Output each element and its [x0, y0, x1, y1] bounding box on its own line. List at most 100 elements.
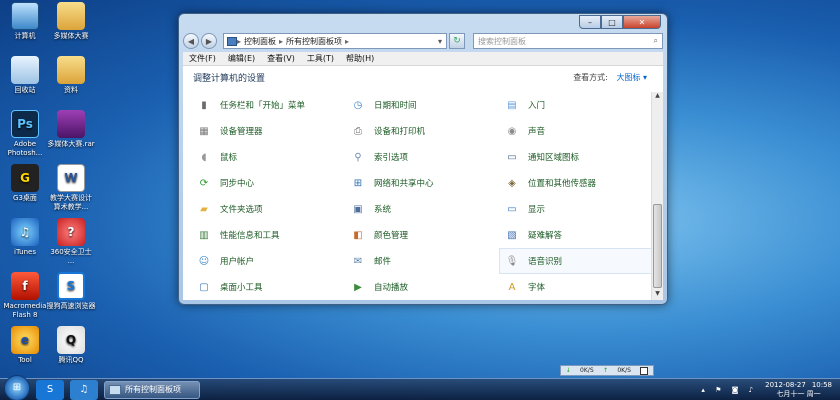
menu-view[interactable]: 查看(V): [261, 53, 301, 64]
desktop-icon[interactable]: 多媒体大赛: [46, 2, 96, 41]
meter-window-icon[interactable]: [640, 366, 649, 375]
control-panel-window: – □ ✕ ◀ ▶ ▸ 控制面板 ▸ 所有控制面板项 ▸ ▾ ↻ 搜索控制面板 …: [178, 13, 668, 305]
desktop-icon[interactable]: 多媒体大赛.rar: [46, 110, 96, 149]
desktop-icon[interactable]: W 教学大赛设计 算术教学...: [46, 164, 96, 212]
view-by-dropdown[interactable]: 大图标 ▾: [616, 73, 647, 82]
desktop-icon[interactable]: Ps Adobe Photosh...: [0, 110, 50, 158]
control-panel-item[interactable]: ◈ 位置和其他传感器: [499, 170, 653, 196]
control-panel-item-label: 性能信息和工具: [220, 231, 280, 241]
scroll-up-icon[interactable]: ▲: [652, 92, 663, 102]
menu-help[interactable]: 帮助(H): [340, 53, 380, 64]
fonts-icon: A: [508, 281, 516, 293]
desktop-icon[interactable]: 回收站: [0, 56, 50, 95]
control-panel-item-label: 索引选项: [374, 153, 409, 163]
desktop-icon[interactable]: f Macromedia Flash 8: [0, 272, 50, 320]
tray-icons[interactable]: ▴ ⚑ ◙ ♪: [701, 386, 757, 394]
control-panel-item-label: 声音: [528, 127, 546, 137]
control-panel-item-label: 文件夹选项: [220, 205, 263, 215]
desktop-icon[interactable]: 资料: [46, 56, 96, 95]
control-panel-item-label: 任务栏和「开始」菜单: [220, 101, 306, 111]
control-panel-item[interactable]: ▭ 通知区域图标: [499, 144, 653, 170]
sync-center-icon: ⟳: [199, 177, 209, 189]
control-panel-item[interactable]: ☺ 用户帐户: [191, 248, 345, 274]
forward-button[interactable]: ▶: [201, 33, 217, 49]
back-button[interactable]: ◀: [183, 33, 199, 49]
breadcrumb-separator: ▸: [279, 36, 284, 46]
control-panel-item[interactable]: ▶ 自动播放: [345, 274, 499, 300]
control-panel-item[interactable]: ◉ 声音: [499, 118, 653, 144]
pinned-apps: S ♫: [30, 379, 98, 400]
desktop-icon[interactable]: ? 360安全卫士 ...: [46, 218, 96, 266]
desktop-icon[interactable]: ♫ iTunes: [0, 218, 50, 257]
recycle-bin-icon: [11, 56, 39, 84]
desktop-icon[interactable]: S 搜狗高速浏览器: [46, 272, 96, 311]
taskbar-task-control-panel[interactable]: 所有控制面板项: [104, 380, 200, 399]
control-panel-item[interactable]: ▤ 入门: [499, 92, 653, 118]
desktop-icon[interactable]: G G3桌面: [0, 164, 50, 203]
control-panel-item[interactable]: ▰ 文件夹选项: [191, 196, 345, 222]
desktop-icon-label: 计算机: [14, 32, 36, 40]
control-panel-item-label: 疑难解答: [528, 231, 563, 241]
maximize-button[interactable]: □: [601, 15, 623, 29]
control-panel-item-label: 语音识别: [528, 257, 563, 267]
control-panel-item[interactable]: A 字体: [499, 274, 653, 300]
control-panel-item[interactable]: ▦ 设备管理器: [191, 118, 345, 144]
control-panel-item[interactable]: ◷ 日期和时间: [345, 92, 499, 118]
desktop-icon-label: Tool: [18, 356, 32, 364]
security-guard-icon: ?: [57, 218, 85, 246]
control-panel-item[interactable]: ▣ 系统: [345, 196, 499, 222]
itunes-icon: ♫: [11, 218, 39, 246]
printer-icon: ⎙: [354, 125, 362, 137]
folder-options-icon: ▰: [200, 203, 208, 215]
control-panel-item[interactable]: ⟳ 同步中心: [191, 170, 345, 196]
minimize-button[interactable]: –: [579, 15, 601, 29]
control-panel-item[interactable]: ▧ 疑难解答: [499, 222, 653, 248]
control-panel-item[interactable]: ⊞ 网络和共享中心: [345, 170, 499, 196]
scroll-down-icon[interactable]: ▼: [652, 290, 663, 300]
sogou-icon[interactable]: S: [36, 379, 64, 400]
breadcrumb-all-items[interactable]: 所有控制面板项: [286, 36, 342, 47]
control-panel-item[interactable]: ⚲ 索引选项: [345, 144, 499, 170]
search-input[interactable]: 搜索控制面板 ⌕: [473, 33, 663, 49]
refresh-button[interactable]: ↻: [449, 33, 465, 49]
control-panel-item[interactable]: ◖ 鼠标: [191, 144, 345, 170]
address-dropdown-icon[interactable]: ▾: [434, 37, 446, 46]
word-document-icon: W: [57, 164, 85, 192]
navigation-bar: ◀ ▶ ▸ 控制面板 ▸ 所有控制面板项 ▸ ▾ ↻ 搜索控制面板 ⌕: [183, 31, 663, 51]
control-panel-item[interactable]: ▥ 性能信息和工具: [191, 222, 345, 248]
desktop-icon[interactable]: Q 腾讯QQ: [46, 326, 96, 365]
breadcrumb-control-panel[interactable]: 控制面板: [244, 36, 276, 47]
qq-icon: Q: [57, 326, 85, 354]
search-icon[interactable]: ⌕: [654, 36, 662, 46]
view-by-label: 查看方式:: [573, 72, 608, 82]
itunes-taskbar-icon[interactable]: ♫: [70, 379, 98, 400]
desktop-icon-label: Adobe Photosh...: [7, 140, 43, 157]
control-panel-item[interactable]: ✉ 邮件: [345, 248, 499, 274]
desktop-icon[interactable]: e Tool: [0, 326, 50, 365]
display-icon: ▭: [507, 203, 517, 215]
vertical-scrollbar[interactable]: ▲ ▼: [651, 92, 663, 300]
control-panel-item[interactable]: ▮ 任务栏和「开始」菜单: [191, 92, 345, 118]
menu-edit[interactable]: 编辑(E): [222, 53, 261, 64]
network-icon: ⊞: [353, 177, 363, 189]
control-panel-item[interactable]: 🎙 语音识别: [499, 248, 653, 274]
clock-icon: ◷: [353, 99, 363, 111]
clock[interactable]: 2012-08-27 10:58 七月十一 周一: [765, 381, 832, 399]
control-panel-item[interactable]: ⎙ 设备和打印机: [345, 118, 499, 144]
flash-icon: f: [11, 272, 39, 300]
menu-file[interactable]: 文件(F): [183, 53, 222, 64]
start-button[interactable]: ⊞: [4, 374, 30, 400]
content-pane: 调整计算机的设置 查看方式: 大图标 ▾ ▮ 任务栏和「开始」菜单 ◷ 日期和时间 ▤ 入…: [183, 66, 663, 300]
control-panel-item[interactable]: ▢ 桌面小工具: [191, 274, 345, 300]
upload-arrow-icon: ↑: [602, 367, 609, 374]
menu-tools[interactable]: 工具(T): [301, 53, 340, 64]
desktop-icon-label: 360安全卫士 ...: [50, 248, 92, 265]
control-panel-item[interactable]: ◧ 颜色管理: [345, 222, 499, 248]
desktop-icon[interactable]: 计算机: [0, 2, 50, 41]
control-panel-item[interactable]: ▭ 显示: [499, 196, 653, 222]
control-panel-icon: [227, 36, 237, 46]
desktop-icon-label: 搜狗高速浏览器: [46, 302, 96, 310]
close-button[interactable]: ✕: [623, 15, 661, 29]
address-bar[interactable]: ▸ 控制面板 ▸ 所有控制面板项 ▸ ▾: [223, 33, 447, 49]
scroll-thumb[interactable]: [653, 204, 662, 288]
